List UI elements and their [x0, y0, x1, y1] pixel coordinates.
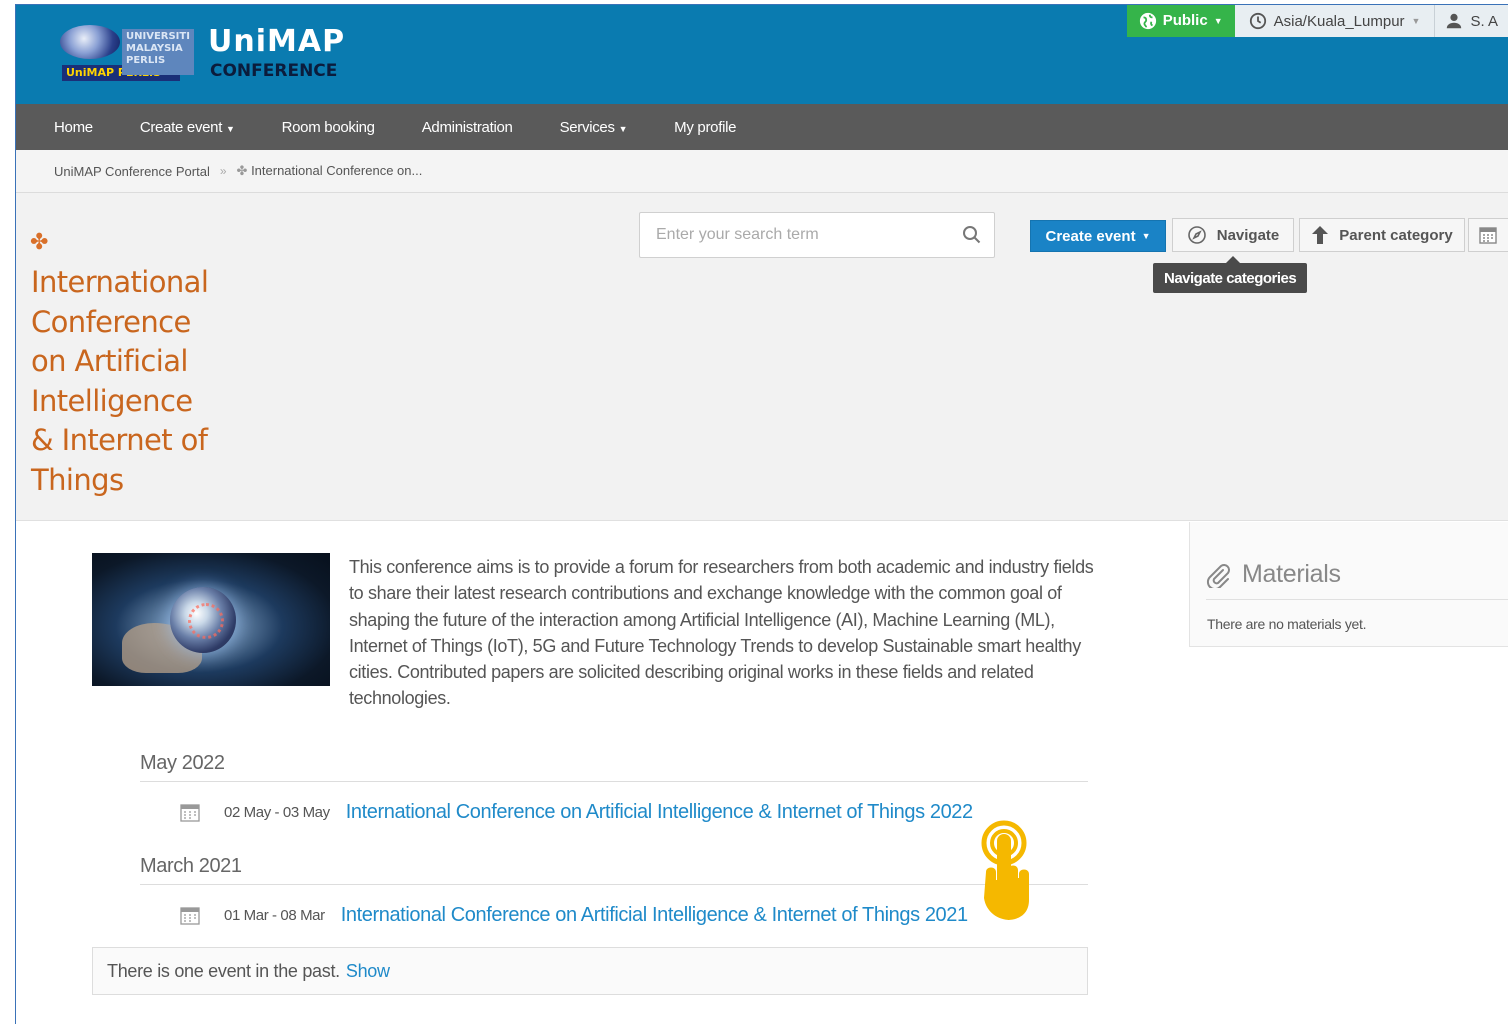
nav-my-profile-label: My profile [674, 118, 737, 136]
university-emblem-icon [60, 25, 120, 59]
visibility-label: Public [1162, 12, 1208, 29]
event-row: 02 May - 03 May International Conference… [180, 801, 973, 824]
calendar-icon [180, 906, 200, 925]
clock-icon [1249, 12, 1266, 30]
page-frame: UniMAP PERLIS UNIVERSITI MALAYSIA PERLIS… [15, 4, 1508, 1024]
site-header: UniMAP PERLIS UNIVERSITI MALAYSIA PERLIS… [16, 5, 1508, 104]
globe-icon [1139, 12, 1156, 30]
month-heading: March 2021 [140, 855, 242, 877]
nav-create-event[interactable]: Create event ▼ [140, 119, 235, 136]
event-link[interactable]: International Conference on Artificial I… [341, 904, 968, 927]
parent-category-label: Parent category [1339, 226, 1453, 244]
user-label: S. A [1470, 12, 1498, 30]
category-title-line: International [31, 265, 209, 299]
category-title-line: & Internet of [31, 423, 208, 457]
nav-home-label: Home [54, 118, 93, 136]
logo-title: UniMAP [208, 24, 346, 59]
category-description: This conference aims is to provide a for… [349, 557, 1094, 709]
category-content: This conference aims is to provide a for… [16, 522, 1188, 1024]
logo-subtitle: CONFERENCE [210, 61, 338, 81]
category-title-line: on Artificial [31, 344, 188, 378]
category-icon: ✤ [236, 163, 248, 178]
month-heading: May 2022 [140, 752, 225, 774]
breadcrumb-current[interactable]: ✤ International Conference on... [237, 163, 423, 179]
event-date: 01 Mar - 08 Mar [224, 907, 325, 924]
nav-services[interactable]: Services ▼ [560, 119, 628, 136]
materials-header: Materials [1206, 560, 1341, 589]
visibility-dropdown[interactable]: Public ▼ [1126, 5, 1235, 37]
materials-title: Materials [1242, 560, 1341, 588]
main-nav: Home Create event ▼ Room booking Adminis… [16, 104, 1508, 150]
sphere-detail-image-part [188, 603, 224, 639]
month-divider [140, 781, 1088, 782]
compass-icon [1187, 226, 1206, 244]
month-divider [140, 884, 1088, 885]
past-events-text: There is one event in the past. [107, 960, 340, 981]
unimap-logo[interactable]: UniMAP PERLIS UNIVERSITI MALAYSIA PERLIS… [60, 21, 360, 85]
conference-image [92, 553, 330, 686]
calendar-icon [1479, 227, 1497, 244]
create-event-label: Create event [1045, 227, 1136, 245]
event-row: 01 Mar - 08 Mar International Conference… [180, 904, 968, 927]
nav-administration[interactable]: Administration [422, 119, 513, 136]
past-events-notice: There is one event in the past. Show [92, 947, 1088, 995]
tap-pointer-icon [981, 820, 1029, 920]
parent-category-button[interactable]: Parent category [1299, 218, 1465, 252]
breadcrumb-root[interactable]: UniMAP Conference Portal [54, 164, 210, 179]
materials-empty-text: There are no materials yet. [1207, 616, 1367, 632]
caret-down-icon: ▼ [1411, 16, 1421, 26]
calendar-view-button[interactable] [1468, 218, 1508, 252]
search-icon[interactable] [962, 225, 982, 245]
caret-down-icon: ▼ [1213, 16, 1223, 26]
category-title: International Conference on Artificial I… [31, 263, 231, 500]
nav-my-profile[interactable]: My profile [674, 119, 736, 136]
user-menu[interactable]: S. A [1435, 5, 1508, 37]
event-link[interactable]: International Conference on Artificial I… [346, 801, 973, 824]
breadcrumb: UniMAP Conference Portal » ✤ Internation… [16, 150, 1508, 193]
category-icon: ✤ [30, 229, 49, 254]
nav-room-booking[interactable]: Room booking [282, 119, 375, 136]
category-title-line: Intelligence [31, 383, 193, 418]
tooltip-arrow [1226, 256, 1240, 263]
arrow-up-icon [1312, 226, 1329, 244]
nav-services-label: Services [559, 118, 615, 136]
nav-administration-label: Administration [421, 118, 513, 136]
category-header: ✤ International Conference on Artificial… [16, 193, 1508, 521]
nav-home[interactable]: Home [54, 119, 93, 136]
show-past-events-link[interactable]: Show [346, 961, 390, 982]
nav-room-booking-label: Room booking [281, 118, 375, 136]
logo-university-name: UNIVERSITI MALAYSIA PERLIS [122, 29, 194, 75]
materials-panel: Materials There are no materials yet. [1189, 522, 1508, 647]
breadcrumb-separator: » [219, 164, 227, 178]
user-icon [1447, 13, 1462, 29]
navigate-tooltip: Navigate categories [1153, 263, 1308, 293]
category-title-line: Conference [31, 304, 191, 339]
paperclip-icon [1206, 563, 1230, 588]
user-bar: Public ▼ Asia/Kuala_Lumpur ▼ S. A [1126, 5, 1508, 37]
navigate-label: Navigate [1216, 226, 1280, 244]
category-title-line: Things [31, 462, 124, 497]
caret-down-icon: ▼ [225, 123, 235, 134]
search-input[interactable] [640, 213, 940, 257]
nav-create-event-label: Create event [139, 118, 223, 136]
event-date: 02 May - 03 May [224, 804, 330, 821]
search-box [639, 212, 995, 258]
materials-divider [1206, 599, 1508, 600]
timezone-label: Asia/Kuala_Lumpur [1273, 12, 1405, 30]
caret-down-icon: ▼ [1141, 231, 1151, 241]
calendar-icon [180, 803, 200, 822]
caret-down-icon: ▼ [618, 123, 628, 134]
create-event-button[interactable]: Create event ▼ [1030, 220, 1166, 252]
breadcrumb-current-label: International Conference on... [251, 163, 423, 178]
navigate-button[interactable]: Navigate [1172, 218, 1294, 252]
timezone-dropdown[interactable]: Asia/Kuala_Lumpur ▼ [1234, 5, 1436, 37]
